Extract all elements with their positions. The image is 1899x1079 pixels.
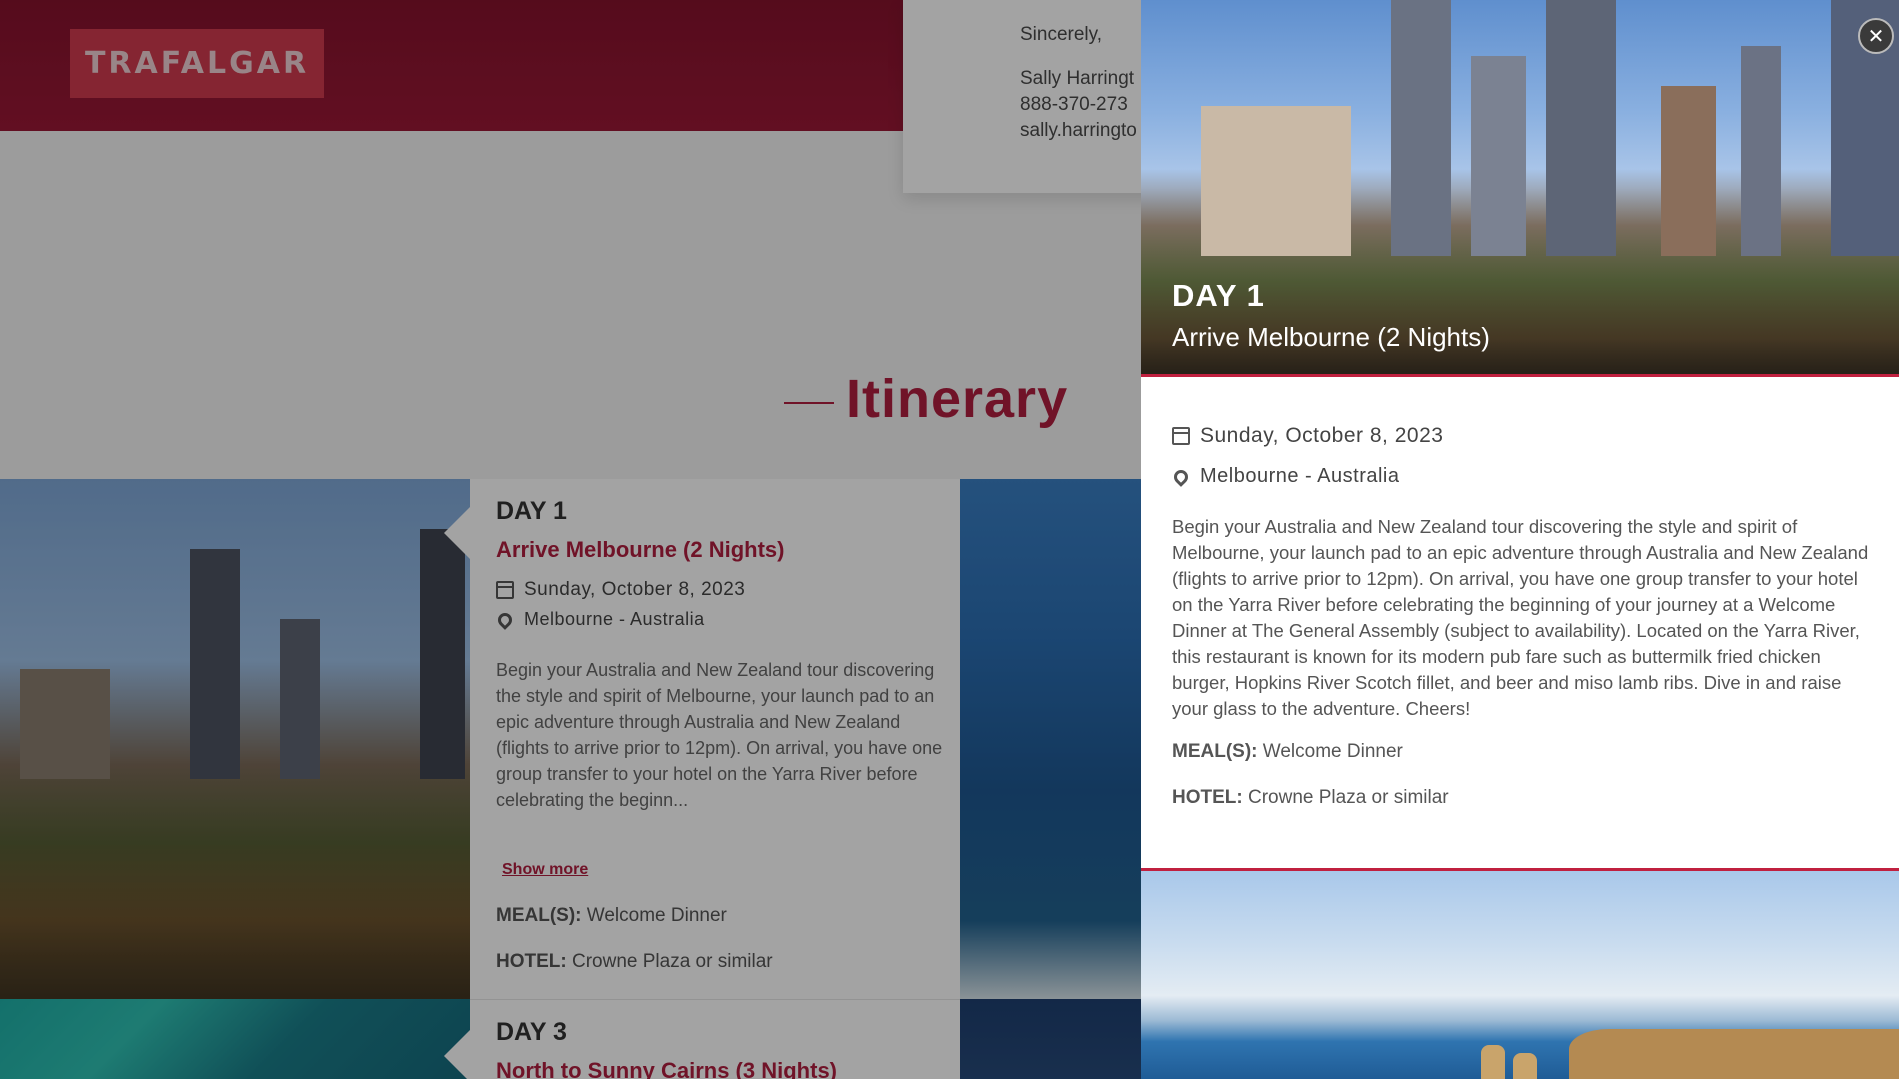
panel-meals: MEAL(S): Welcome Dinner <box>1172 741 1403 763</box>
panel-location: Melbourne - Australia <box>1171 465 1400 488</box>
accent-divider <box>1141 374 1899 377</box>
modal-backdrop[interactable] <box>0 0 1141 1079</box>
panel-day-label: DAY 1 <box>1172 278 1265 313</box>
panel-date: Sunday, October 8, 2023 <box>1172 424 1443 448</box>
coastline-image <box>1141 871 1899 1079</box>
panel-location-text: Melbourne - Australia <box>1200 465 1400 487</box>
meals-value: Welcome Dinner <box>1262 741 1403 762</box>
panel-date-text: Sunday, October 8, 2023 <box>1200 424 1444 447</box>
cliff-shape <box>1569 1029 1899 1079</box>
map-pin-icon <box>1171 466 1191 487</box>
close-button[interactable]: ✕ <box>1858 18 1894 54</box>
day-detail-panel: DAY 1 Arrive Melbourne (2 Nights) Sunday… <box>1141 0 1899 1079</box>
panel-title: Arrive Melbourne (2 Nights) <box>1172 322 1490 352</box>
rock-stack <box>1513 1053 1537 1079</box>
panel-hotel: HOTEL: Crowne Plaza or similar <box>1172 787 1449 809</box>
panel-description: Begin your Australia and New Zealand tou… <box>1172 516 1869 719</box>
meals-label: MEAL(S): <box>1172 741 1258 762</box>
melbourne-hero-image: DAY 1 Arrive Melbourne (2 Nights) <box>1141 0 1899 376</box>
rock-stack <box>1481 1045 1505 1079</box>
close-icon: ✕ <box>1867 24 1885 48</box>
hotel-value: Crowne Plaza or similar <box>1248 787 1449 808</box>
background-page: TRAFALGAR Sincerely, Sally Harringt 888-… <box>0 0 1141 1079</box>
hotel-label: HOTEL: <box>1172 787 1243 808</box>
calendar-icon <box>1172 427 1190 445</box>
